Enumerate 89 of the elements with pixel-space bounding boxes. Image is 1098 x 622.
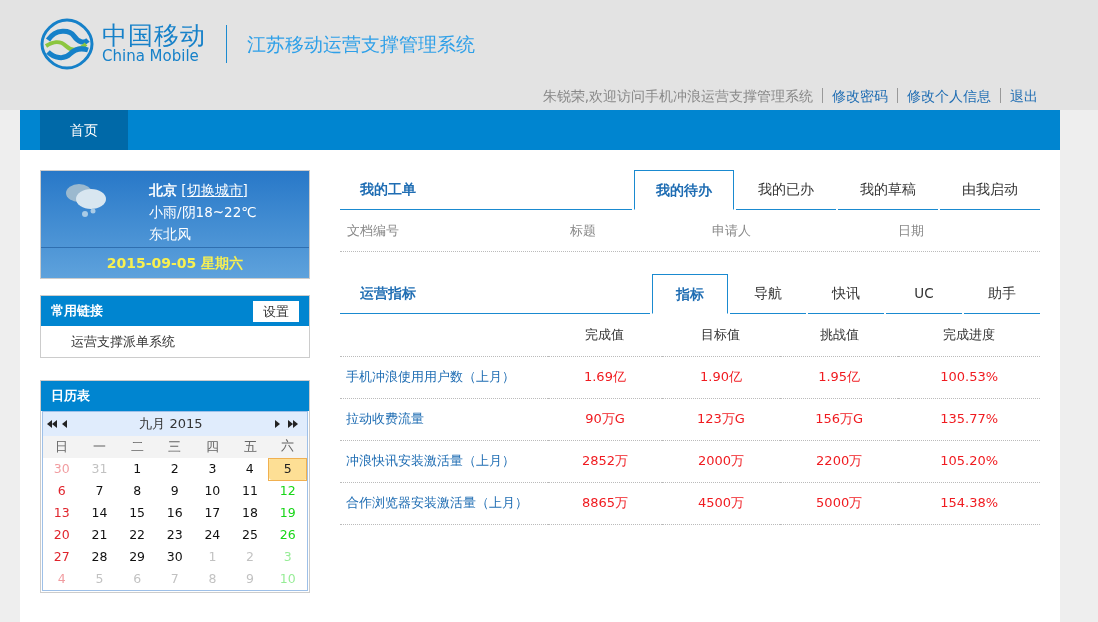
calendar-day[interactable]: 3 [193,458,232,480]
indicator-name[interactable]: 冲浪快讯安装激活量（上月） [340,440,548,482]
column-header: 标题 [570,221,597,240]
table-cell: 135.77% [898,398,1040,440]
logo-icon [40,18,94,70]
calendar-day[interactable]: 9 [155,480,194,502]
table-cell: 156万G [780,398,899,440]
indicator-name[interactable]: 拉动收费流量 [340,398,548,440]
right-icon[interactable] [274,420,280,428]
city-name: 北京 [149,182,177,198]
table-cell: 100.53% [898,356,1040,398]
weekday-label: 五 [231,436,269,458]
calendar-day[interactable]: 25 [231,524,269,546]
table-cell: 2200万 [780,440,899,482]
tab[interactable]: 我的待办 [634,170,734,210]
calendar-day[interactable]: 2 [155,458,194,480]
column-header: 完成值 [548,314,662,356]
table-cell: 8865万 [548,482,662,524]
calendar-day[interactable]: 24 [193,524,232,546]
calendar-day[interactable]: 5 [268,458,307,480]
panel-title: 常用链接 [51,302,103,321]
column-header: 目标值 [661,314,781,356]
section-title: 运营指标 [340,274,650,314]
settings-button[interactable]: 设置 [253,300,299,322]
calendar-day[interactable]: 13 [43,502,81,524]
calendar-day[interactable]: 16 [155,502,194,524]
table-cell: 1.90亿 [661,356,781,398]
date-text: 2015-09-05 星期六 [41,247,309,278]
indicator-name[interactable]: 合作浏览器安装激活量（上月） [340,482,548,524]
column-header: 日期 [898,221,925,240]
calendar-day[interactable]: 29 [118,546,156,568]
calendar-day[interactable]: 22 [118,524,156,546]
calendar-day[interactable]: 21 [80,524,119,546]
calendar-day[interactable]: 1 [118,458,156,480]
table-cell: 2000万 [661,440,781,482]
weekday-label: 二 [118,436,156,458]
calendar-day[interactable]: 6 [43,480,81,502]
switch-city-link[interactable]: [切换城市] [181,182,248,198]
weekday-label: 一 [80,436,119,458]
indicator-name[interactable]: 手机冲浪使用用户数（上月） [340,356,548,398]
system-title: 江苏移动运营支撑管理系统 [247,31,475,57]
calendar-day[interactable]: 30 [155,546,194,568]
tab[interactable]: 指标 [652,274,728,314]
logo-text: 中国移动 [102,23,206,49]
weekday-label: 六 [268,436,307,458]
table-cell: 90万G [548,398,662,440]
weekday-label: 三 [155,436,194,458]
column-header: 挑战值 [780,314,899,356]
logo-subtitle: China Mobile [102,48,199,65]
column-header: 文档编号 [346,221,400,240]
column-header: 完成进度 [898,314,1040,356]
column-header: 申请人 [712,221,752,240]
weather-condition: 小雨/阴18~22℃ [149,203,257,222]
table-cell: 2852万 [548,440,662,482]
nav-tab[interactable]: 首页 [40,110,128,150]
calendar-day[interactable]: 8 [118,480,156,502]
double-left-icon[interactable] [47,420,58,428]
calendar-day[interactable]: 27 [43,546,81,568]
calendar-day[interactable]: 17 [193,502,232,524]
calendar-day[interactable]: 20 [43,524,81,546]
calendar-day[interactable]: 15 [118,502,156,524]
table-cell: 1.95亿 [780,356,899,398]
header-link[interactable]: 修改密码 [832,88,888,104]
table-cell: 4500万 [661,482,781,524]
table-cell: 5000万 [780,482,899,524]
calendar-day[interactable]: 18 [231,502,269,524]
calendar-day[interactable]: 7 [80,480,119,502]
panel-title: 日历表 [51,387,90,406]
table-cell: 123万G [661,398,781,440]
month-label: 九月 2015 [138,415,204,434]
calendar-day[interactable]: 28 [80,546,119,568]
welcome-text: 朱锐荣,欢迎访问手机冲浪运营支撑管理系统 [542,88,813,104]
calendar-day[interactable]: 23 [155,524,194,546]
table-cell: 154.38% [898,482,1040,524]
calendar-day[interactable]: 11 [231,480,269,502]
wind-direction: 东北风 [149,225,192,244]
calendar-day[interactable]: 4 [231,458,269,480]
weekday-label: 日 [43,436,81,458]
calendar-day[interactable]: 14 [80,502,119,524]
section-title: 我的工单 [340,170,632,210]
table-cell: 105.20% [898,440,1040,482]
table-cell: 1.69亿 [548,356,662,398]
weekday-label: 四 [193,436,232,458]
header-link[interactable]: 退出 [1010,88,1038,104]
quick-link[interactable]: 运营支撑派单系统 [41,326,309,357]
double-right-icon[interactable] [288,420,299,428]
calendar-day[interactable]: 10 [193,480,232,502]
header-link[interactable]: 修改个人信息 [907,88,991,104]
left-icon[interactable] [62,420,68,428]
